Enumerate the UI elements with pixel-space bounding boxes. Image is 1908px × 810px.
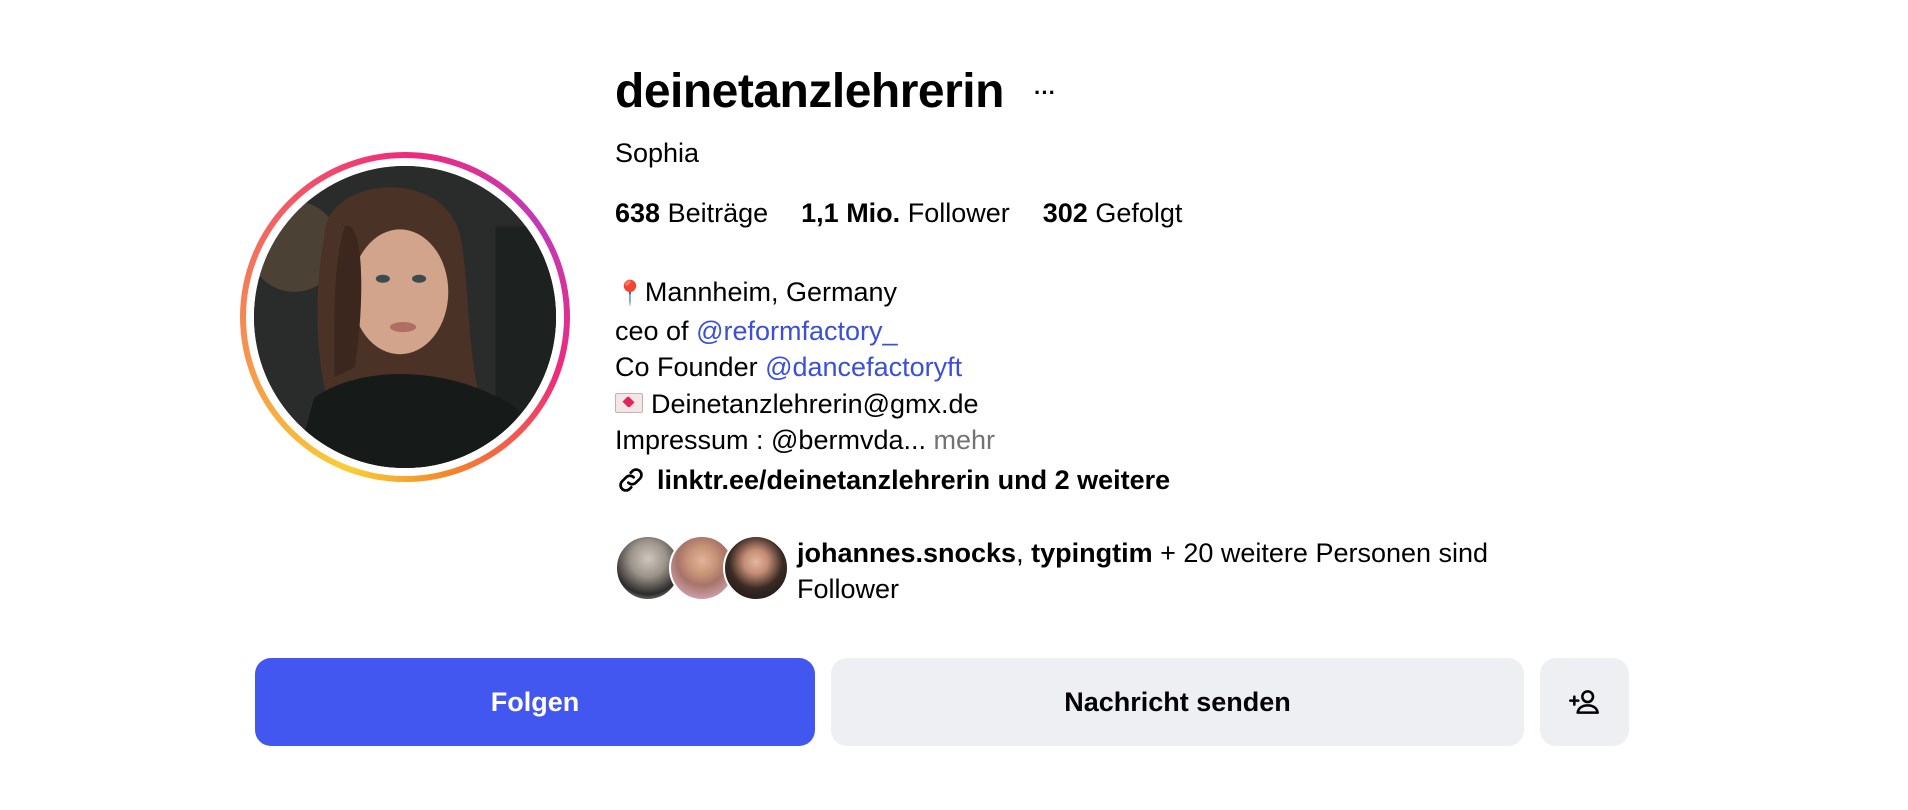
profile-stats: 638 Beiträge 1,1 Mio. Follower 302 Gefol… [615, 198, 1182, 229]
followed-by-user1[interactable]: johannes.snocks [797, 538, 1016, 568]
followed-by-text: johannes.snocks, typingtim + 20 weitere … [797, 538, 1489, 604]
bio-ceo: ceo of @reformfactory_ [615, 315, 898, 346]
profile-page: deinetanzlehrerin ··· Sophia 638 Beiträg… [0, 0, 1908, 810]
profile-actions: Folgen Nachricht senden [255, 658, 1629, 746]
external-link-text: linktr.ee/deinetanzlehrerin und 2 weiter… [657, 464, 1171, 495]
following-count: 302 [1042, 198, 1088, 228]
person-add-icon [1568, 690, 1599, 714]
followed-by-user2[interactable]: typingtim [1031, 538, 1153, 568]
suggested-accounts-button[interactable] [1540, 658, 1629, 746]
avatar-photo [254, 166, 556, 468]
follower-avatar [723, 535, 789, 601]
bio-location: 📍Mannheim, Germany [615, 277, 897, 307]
followers-label: Follower [907, 198, 1010, 228]
more-options-icon[interactable]: ··· [1030, 78, 1060, 108]
posts-label: Beiträge [667, 198, 769, 228]
profile-avatar[interactable] [240, 152, 570, 482]
following-stat[interactable]: 302 Gefolgt [1043, 198, 1183, 229]
full-name: Sophia [615, 138, 700, 168]
followers-stat[interactable]: 1,1 Mio. Follower [801, 198, 1010, 229]
followed-by[interactable]: johannes.snocks, typingtim + 20 weitere … [615, 535, 1557, 607]
bio-cofounder: Co Founder @dancefactoryft [615, 352, 963, 382]
bio-more-link[interactable]: mehr [934, 425, 996, 455]
mention-dancefactoryft[interactable]: @dancefactoryft [765, 352, 962, 382]
link-icon [619, 468, 643, 492]
posts-stat[interactable]: 638 Beiträge [615, 198, 768, 229]
external-link[interactable]: linktr.ee/deinetanzlehrerin und 2 weiter… [615, 464, 1170, 496]
send-message-button[interactable]: Nachricht senden [831, 658, 1524, 746]
posts-count: 638 [615, 198, 661, 228]
mention-reformfactory[interactable]: @reformfactory_ [696, 316, 897, 346]
bio-impressum: Impressum : @bermvda... mehr [615, 425, 996, 455]
bio-email: Deinetanzlehrerin@gmx.de [615, 386, 995, 423]
following-label: Gefolgt [1095, 198, 1183, 228]
followed-by-avatars [615, 535, 797, 601]
follow-button[interactable]: Folgen [255, 658, 815, 746]
bio: 📍Mannheim, Germany ceo of @reformfactory… [615, 274, 995, 459]
location-pin-icon: 📍 [615, 280, 645, 307]
username: deinetanzlehrerin [615, 65, 1004, 118]
love-letter-icon [615, 393, 643, 414]
followers-count: 1,1 Mio. [801, 198, 901, 228]
